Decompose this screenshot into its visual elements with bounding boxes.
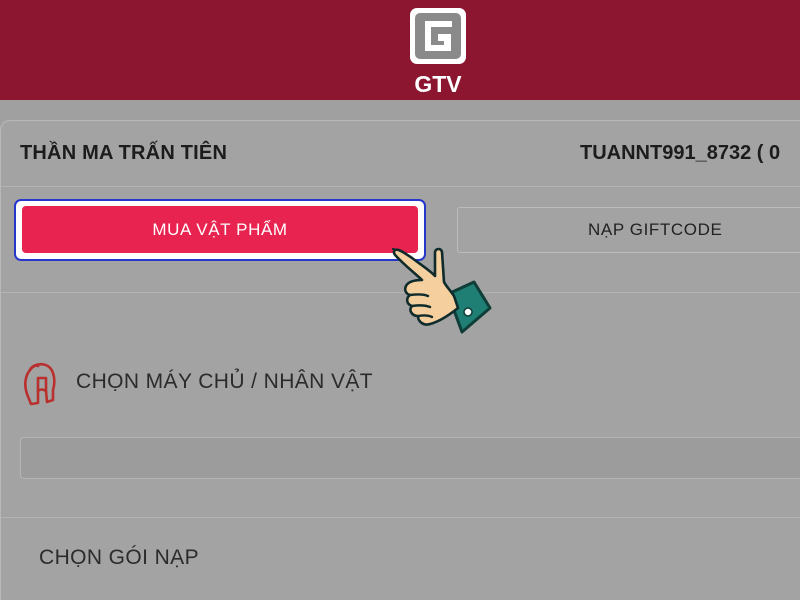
divider	[0, 517, 800, 518]
gtv-logo[interactable]: GTV	[408, 6, 468, 96]
giftcode-button[interactable]: NẠP GIFTCODE	[457, 207, 800, 253]
spartan-helmet-icon	[24, 362, 56, 406]
pointing-hand-icon	[392, 247, 492, 334]
svg-text:GTV: GTV	[414, 71, 462, 96]
account-info: TUANNT991_8732 ( 0	[580, 142, 781, 164]
server-section-label: CHỌN MÁY CHỦ / NHÂN VẬT	[76, 370, 374, 393]
main-panel	[0, 120, 800, 600]
package-section-label: CHỌN GÓI NẠP	[39, 546, 199, 569]
header-bar: GTV	[0, 0, 800, 100]
divider	[0, 186, 800, 187]
server-character-select[interactable]	[20, 437, 800, 479]
buy-items-button[interactable]: MUA VẬT PHẨM	[22, 206, 418, 253]
game-title: THẦN MA TRẤN TIÊN	[20, 142, 228, 164]
